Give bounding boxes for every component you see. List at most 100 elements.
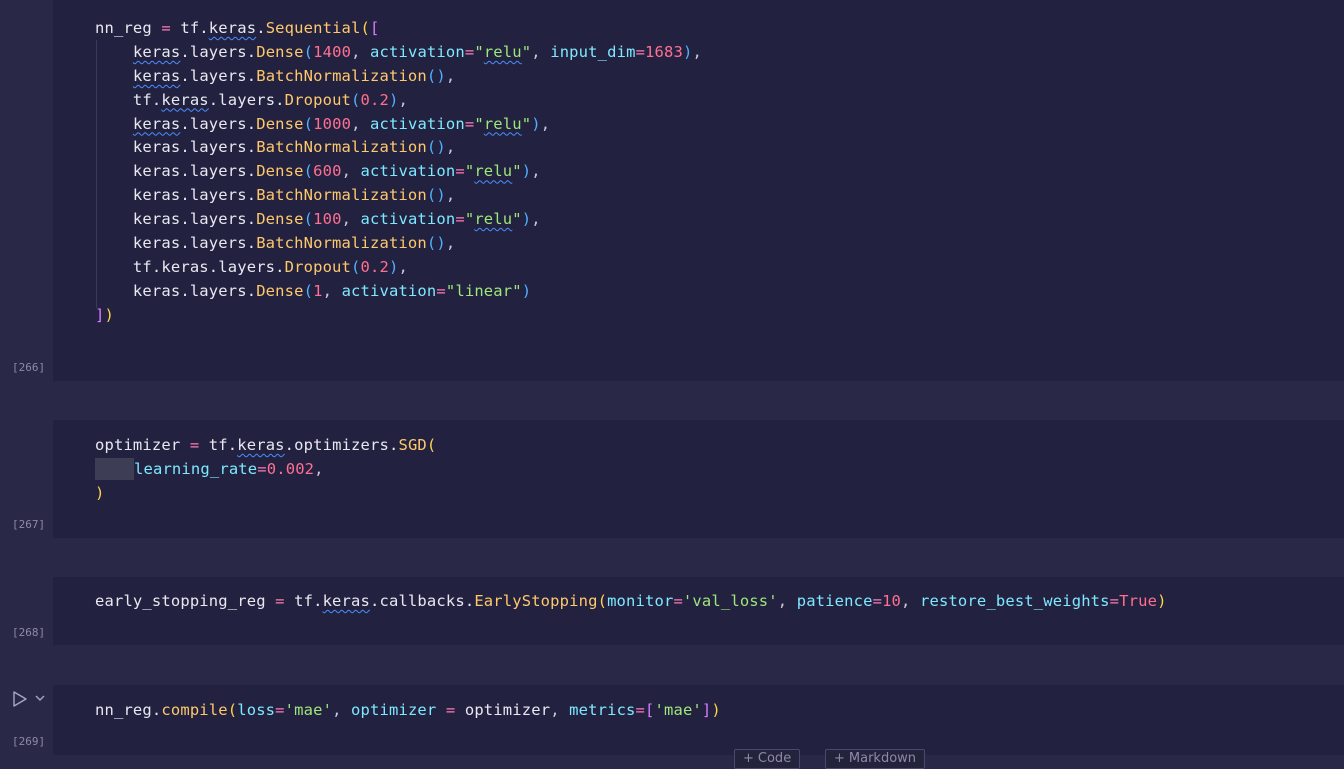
- code-line[interactable]: ]): [95, 304, 702, 328]
- code-token: relu: [474, 210, 513, 229]
- code-token: [: [370, 19, 380, 37]
- code-block[interactable]: optimizer = tf.keras.optimizers.SGD(lear…: [95, 434, 436, 506]
- code-cell-267[interactable]: optimizer = tf.keras.optimizers.SGD(lear…: [0, 420, 1344, 538]
- code-line[interactable]: early_stopping_reg = tf.keras.callbacks.…: [95, 590, 1167, 614]
- code-line[interactable]: keras.layers.Dense(1000, activation="rel…: [95, 113, 702, 137]
- code-line[interactable]: keras.layers.BatchNormalization(),: [95, 184, 702, 208]
- code-line[interactable]: ): [95, 482, 436, 506]
- code-line[interactable]: keras.layers.BatchNormalization(),: [95, 136, 702, 160]
- add-markdown-cell-button[interactable]: + Markdown: [825, 749, 926, 769]
- code-line[interactable]: keras.layers.Dense(1400, activation="rel…: [95, 41, 702, 65]
- code-token: ,: [445, 138, 456, 157]
- code-token: 100: [313, 210, 342, 229]
- code-token: ": [464, 210, 475, 229]
- code-token: ,: [398, 257, 408, 276]
- code-token: activation: [370, 114, 465, 133]
- code-line[interactable]: keras.layers.BatchNormalization(),: [95, 65, 702, 89]
- code-token: relu: [474, 162, 513, 181]
- code-token: 0.002: [266, 459, 315, 478]
- code-token: =: [464, 114, 475, 133]
- code-token: ": [521, 114, 532, 133]
- code-line[interactable]: nn_reg = tf.keras.Sequential([: [95, 17, 702, 41]
- code-token: 1: [313, 281, 323, 300]
- code-token: =: [189, 436, 200, 454]
- code-token: =: [872, 592, 883, 610]
- code-token: BatchNormalization: [256, 186, 427, 205]
- code-token: [: [645, 701, 655, 719]
- code-token: (: [303, 210, 314, 229]
- code-token: optimizer: [95, 436, 190, 454]
- code-token: "linear": [445, 281, 522, 300]
- code-token: 10: [882, 592, 902, 610]
- code-token: ): [1157, 592, 1167, 610]
- code-token: tf.keras.layers.: [95, 257, 285, 276]
- code-token: ): [95, 483, 105, 502]
- code-token: (: [351, 90, 361, 109]
- code-cell-269[interactable]: nn_reg.compile(loss='mae', optimizer = o…: [0, 685, 1344, 755]
- code-token: ": [512, 162, 522, 181]
- add-code-cell-button[interactable]: + Code: [734, 749, 801, 769]
- code-line[interactable]: keras.layers.Dense(600, activation="relu…: [95, 160, 702, 184]
- code-block[interactable]: nn_reg.compile(loss='mae', optimizer = o…: [95, 699, 721, 723]
- code-cell-268[interactable]: early_stopping_reg = tf.keras.callbacks.…: [0, 577, 1344, 645]
- code-token: .layers.: [180, 42, 257, 61]
- code-token: tf.: [284, 592, 323, 610]
- code-line[interactable]: nn_reg.compile(loss='mae', optimizer = o…: [95, 699, 721, 723]
- code-token: =: [464, 42, 475, 61]
- code-token: optimizer: [351, 701, 437, 719]
- code-token: keras.layers.: [95, 234, 257, 253]
- code-token: ,: [445, 66, 456, 85]
- code-token: .layers.: [180, 66, 257, 85]
- code-token: metrics: [569, 701, 636, 719]
- code-token: learning_rate: [134, 459, 258, 478]
- code-token: relu: [483, 42, 522, 61]
- code-token: 1683: [645, 42, 683, 61]
- code-token: BatchNormalization: [256, 234, 427, 253]
- run-cell-control[interactable]: [12, 690, 45, 708]
- code-token: True: [1119, 592, 1158, 610]
- code-token: .optimizers.: [284, 436, 399, 454]
- code-token: Dense: [256, 210, 304, 229]
- code-line[interactable]: optimizer = tf.keras.optimizers.SGD(: [95, 434, 436, 458]
- code-token: =: [455, 210, 465, 229]
- chevron-down-icon[interactable]: [34, 692, 46, 704]
- code-token: ): [521, 210, 532, 229]
- code-token: relu: [483, 114, 522, 133]
- code-token: ,: [777, 592, 797, 610]
- code-token: ": [464, 162, 475, 181]
- code-token: (): [426, 186, 446, 205]
- code-line[interactable]: keras.layers.BatchNormalization(),: [95, 232, 702, 256]
- code-token: keras: [322, 592, 370, 610]
- code-block[interactable]: nn_reg = tf.keras.Sequential([ keras.lay…: [95, 17, 702, 328]
- code-token: .: [256, 19, 266, 37]
- code-line[interactable]: tf.keras.layers.Dropout(0.2),: [95, 256, 702, 280]
- code-token: (: [597, 592, 608, 610]
- code-token: activation: [360, 162, 456, 181]
- code-token: keras.layers.: [95, 162, 257, 181]
- code-token: optimizer: [464, 701, 551, 719]
- code-token: ): [711, 701, 721, 719]
- code-token: ,: [445, 186, 456, 205]
- code-token: (: [360, 19, 371, 37]
- code-token: (: [426, 436, 437, 454]
- code-token: (: [351, 257, 361, 276]
- code-token: =: [673, 592, 683, 610]
- code-cell-266[interactable]: nn_reg = tf.keras.Sequential([ keras.lay…: [0, 0, 1344, 381]
- code-line[interactable]: tf.keras.layers.Dropout(0.2),: [95, 89, 702, 113]
- code-token: keras.layers.: [95, 281, 257, 300]
- code-token: ,: [341, 162, 361, 181]
- code-token: ,: [445, 234, 456, 253]
- code-token: Dense: [256, 42, 304, 61]
- code-line[interactable]: keras.layers.Dense(1, activation="linear…: [95, 280, 702, 304]
- code-line[interactable]: keras.layers.Dense(100, activation="relu…: [95, 208, 702, 232]
- code-token: (: [303, 162, 314, 181]
- code-block[interactable]: early_stopping_reg = tf.keras.callbacks.…: [95, 590, 1167, 614]
- play-icon[interactable]: [12, 690, 28, 708]
- code-token: BatchNormalization: [256, 138, 427, 157]
- code-line[interactable]: learning_rate=0.002,: [95, 458, 436, 482]
- code-token: Dropout: [284, 90, 352, 109]
- code-token: 0.2: [360, 90, 389, 109]
- code-token: =: [436, 281, 446, 300]
